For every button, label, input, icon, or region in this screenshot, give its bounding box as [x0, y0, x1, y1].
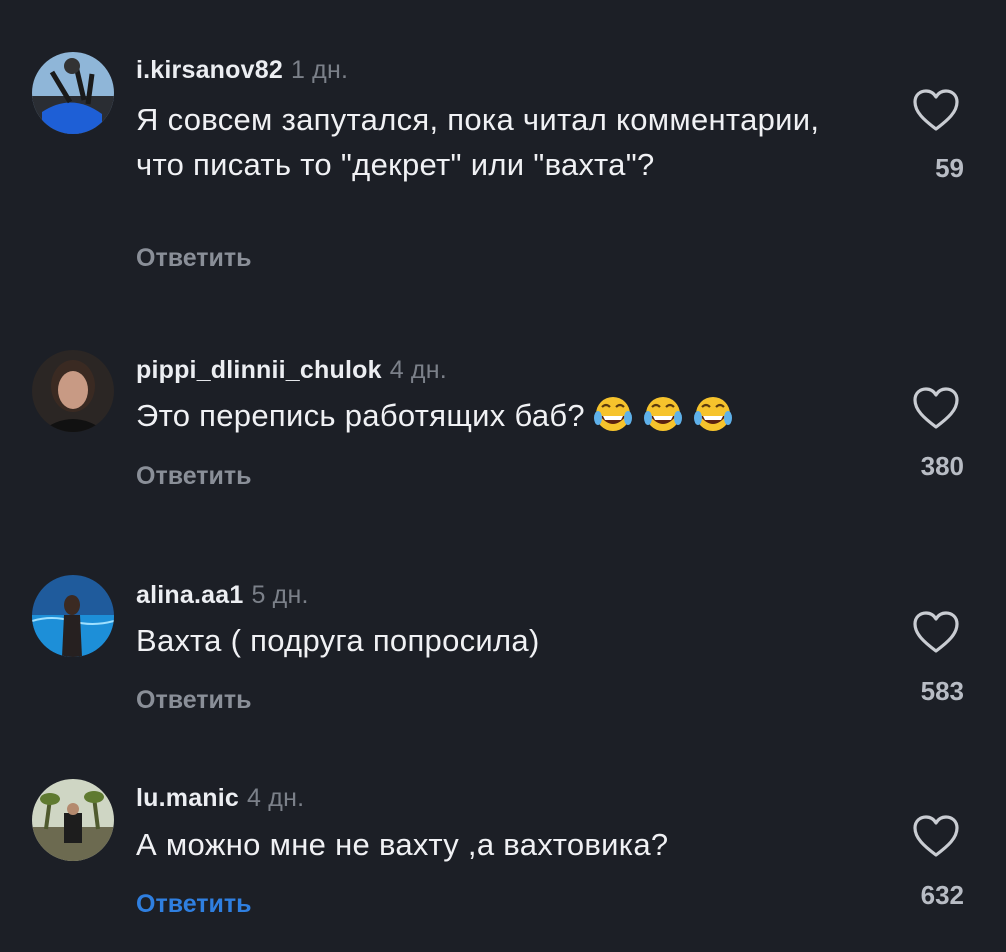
comment-text: Это перепись работящих баб?: [136, 393, 876, 446]
username[interactable]: alina.aa1 5 дн.: [136, 581, 309, 610]
like-count: 583: [920, 676, 964, 706]
comment-time: 5 дн.: [251, 581, 309, 609]
heart-icon[interactable]: [912, 610, 960, 654]
username-text[interactable]: alina.aa1: [136, 581, 243, 609]
comment-time: 4 дн.: [247, 784, 305, 812]
reply-button[interactable]: Ответить: [136, 686, 252, 715]
laughing-emoji-icons: [591, 394, 741, 446]
reply-button[interactable]: Ответить: [136, 244, 252, 273]
comment-time: 4 дн.: [389, 356, 447, 384]
like-count: 59: [935, 153, 964, 183]
username-text[interactable]: lu.manic: [136, 784, 239, 812]
comment-text: Я совсем запутался, пока читал комментар…: [136, 102, 820, 182]
comment-text-body: Это перепись работящих баб?: [136, 398, 585, 433]
comment-text: А можно мне не вахту ,а вахтовика?: [136, 827, 669, 862]
avatar[interactable]: [32, 575, 114, 657]
like-count: 632: [920, 880, 964, 910]
comment-text: Вахта ( подруга попросила): [136, 623, 540, 658]
reply-button[interactable]: Ответить: [136, 462, 252, 491]
avatar[interactable]: [32, 52, 114, 134]
avatar[interactable]: [32, 350, 114, 432]
username[interactable]: i.kirsanov82 1 дн.: [136, 56, 348, 85]
heart-icon[interactable]: [912, 88, 960, 132]
avatar[interactable]: [32, 779, 114, 861]
username[interactable]: lu.manic 4 дн.: [136, 784, 304, 813]
like-count: 380: [920, 451, 964, 481]
heart-icon[interactable]: [912, 386, 960, 430]
username-text[interactable]: i.kirsanov82: [136, 56, 283, 84]
heart-icon[interactable]: [912, 814, 960, 858]
username-text[interactable]: pippi_dlinnii_chulok: [136, 356, 382, 384]
username[interactable]: pippi_dlinnii_chulok 4 дн.: [136, 356, 447, 385]
comment-time: 1 дн.: [290, 56, 349, 84]
reply-button[interactable]: Ответить: [136, 890, 252, 919]
